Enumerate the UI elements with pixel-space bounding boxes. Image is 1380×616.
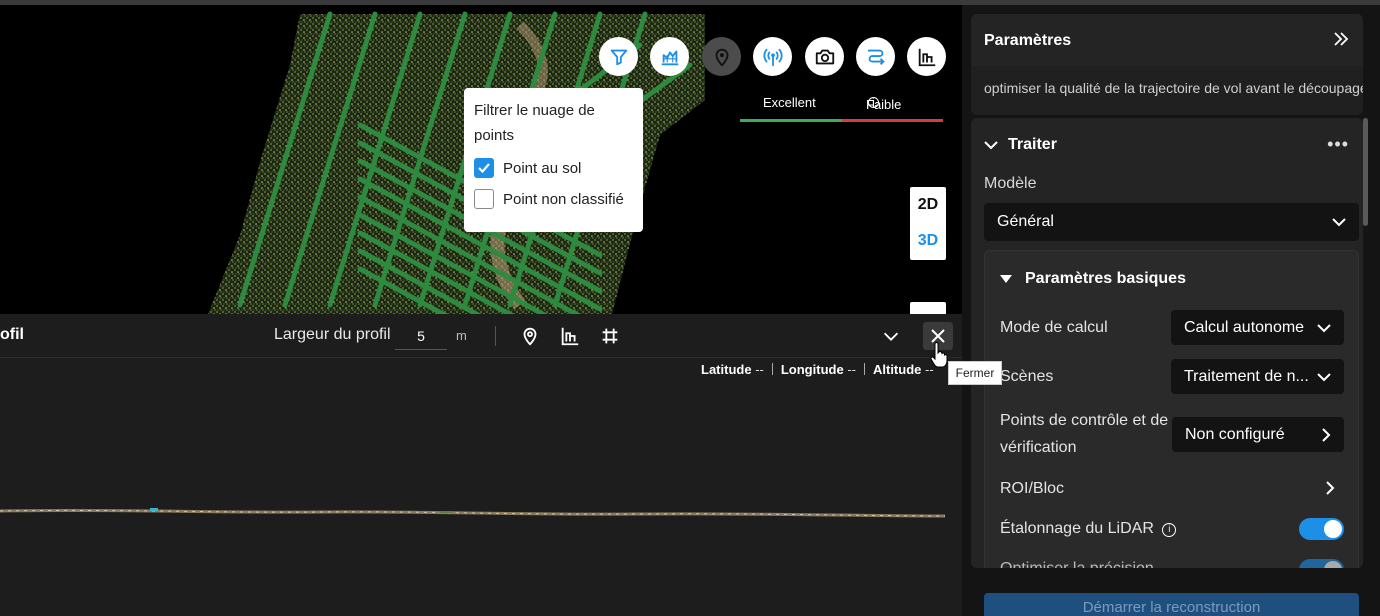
legend-bar-good	[740, 119, 842, 122]
profile-cross-section[interactable]	[0, 499, 950, 529]
filter-button[interactable]	[599, 37, 638, 76]
filter-option-unclassified[interactable]: Point non classifié	[474, 188, 633, 210]
filter-popup-title: Filtrer le nuage de points	[474, 102, 595, 144]
view-3d-button[interactable]: 3D	[910, 223, 946, 259]
scenes-select[interactable]: Traitement de n...	[1171, 359, 1344, 394]
hand-cursor-icon	[930, 342, 948, 368]
latitude-label: Latitude	[701, 362, 752, 377]
camera-button[interactable]	[805, 37, 844, 76]
profile-icon	[918, 48, 935, 66]
chevron-down-icon	[1332, 218, 1346, 227]
point-cloud-viewer[interactable]: Excellent Faible i Filtrer le nuage de po…	[0, 5, 962, 314]
roi-block-label: ROI/Bloc	[1000, 480, 1065, 497]
info-icon[interactable]: i	[1162, 523, 1177, 537]
process-title: Traiter	[1008, 136, 1057, 153]
longitude-value: --	[847, 362, 856, 377]
lidar-calibration-text: Étalonnage du LiDAR	[1000, 520, 1154, 537]
scenes-label: Scènes	[1000, 368, 1054, 385]
profile-width-unit: m	[456, 328, 467, 343]
location-pin-icon[interactable]	[519, 325, 541, 347]
longitude-label: Longitude	[780, 362, 844, 377]
quality-legend: Excellent Faible i	[740, 93, 943, 123]
chevron-right-icon	[1322, 427, 1331, 442]
hidden-control-button[interactable]	[910, 302, 946, 314]
legend-excellent: Excellent	[763, 95, 816, 110]
control-points-label-line2: vérification	[1000, 439, 1077, 456]
compute-mode-label: Mode de calcul	[1000, 319, 1108, 336]
pin-button[interactable]	[702, 37, 741, 76]
route-icon	[867, 49, 885, 65]
model-label: Modèle	[984, 175, 1037, 192]
chevron-down-icon	[984, 141, 998, 150]
profile-tool-button[interactable]	[907, 37, 946, 76]
parameters-title: Paramètres	[984, 32, 1072, 49]
profile-chart-icon[interactable]	[559, 325, 581, 347]
layers-chart-icon	[661, 50, 678, 65]
filter-option-unclassified-label: Point non classifié	[503, 190, 624, 208]
profile-title: ofil	[0, 326, 24, 343]
basic-parameters-title: Paramètres basiques	[1025, 270, 1186, 287]
settings-sidebar: Paramètres optimiser la qualité de la tr…	[962, 5, 1380, 616]
optimize-precision-toggle[interactable]	[1299, 559, 1344, 568]
parameters-description-box: optimiser la qualité de la trajectoire d…	[971, 66, 1363, 115]
model-select[interactable]: Général	[984, 203, 1359, 241]
filter-popup: Filtrer le nuage de points Point au sol …	[464, 88, 643, 232]
scenes-value: Traitement de n...	[1184, 367, 1309, 385]
process-section: Traiter ••• Modèle Général Paramètres ba…	[971, 118, 1363, 568]
control-points-select[interactable]: Non configuré	[1172, 417, 1344, 452]
signal-icon	[762, 48, 783, 66]
grid-icon[interactable]	[599, 325, 621, 347]
collapse-double-chevron-icon[interactable]	[1331, 29, 1351, 49]
process-header[interactable]: Traiter	[984, 136, 1057, 154]
chevron-down-icon	[1317, 323, 1331, 332]
compute-mode-value: Calcul autonome	[1184, 318, 1305, 336]
optimize-precision-label: Optimiser la précision	[1000, 555, 1154, 568]
chevron-right-icon[interactable]	[1325, 481, 1335, 495]
control-points-value: Non configuré	[1185, 425, 1285, 443]
route-button[interactable]	[856, 37, 895, 76]
more-options-icon[interactable]: •••	[1327, 134, 1349, 155]
view-2d-button[interactable]: 2D	[910, 187, 946, 223]
checkbox-unclassified[interactable]	[474, 189, 494, 209]
sidebar-scrollbar[interactable]	[1363, 118, 1368, 226]
filter-option-ground[interactable]: Point au sol	[474, 157, 633, 179]
chevron-down-icon	[1317, 372, 1331, 381]
start-reconstruction-button[interactable]: Démarrer la reconstruction	[984, 593, 1359, 616]
profile-toolbar: ofil Largeur du profil m	[0, 314, 962, 358]
camera-icon	[815, 49, 834, 64]
coordinate-readout: Latitude -- Longitude -- Altitude --	[701, 362, 934, 377]
info-icon[interactable]: i	[868, 96, 879, 109]
compute-mode-select[interactable]: Calcul autonome	[1171, 310, 1344, 345]
control-points-label-line1: Points de contrôle et de	[1000, 412, 1169, 429]
parameters-description: optimiser la qualité de la trajectoire d…	[984, 80, 1363, 96]
basic-parameters-header[interactable]: Paramètres basiques	[1000, 270, 1186, 288]
check-icon	[478, 163, 490, 174]
filter-icon	[610, 49, 627, 65]
chart-layer-button[interactable]	[650, 37, 689, 76]
profile-width-input[interactable]	[395, 322, 447, 350]
model-select-value: Général	[997, 213, 1054, 230]
view-mode-toggle: 2D 3D	[910, 187, 946, 260]
altitude-label: Altitude	[872, 362, 922, 377]
basic-parameters-card: Paramètres basiques Mode de calcul Calcu…	[984, 250, 1359, 568]
filter-option-ground-label: Point au sol	[503, 159, 582, 177]
profile-width-label: Largeur du profil	[274, 326, 391, 343]
pin-icon	[715, 48, 728, 67]
signal-button[interactable]	[753, 37, 792, 76]
checkbox-ground[interactable]	[474, 158, 494, 178]
close-tooltip: Fermer	[948, 361, 1002, 385]
parameters-header: Paramètres	[971, 14, 1363, 66]
lidar-calibration-toggle[interactable]	[1299, 518, 1344, 540]
lidar-calibration-label: Étalonnage du LiDAR i	[1000, 515, 1177, 542]
chevron-down-icon[interactable]	[880, 325, 902, 347]
profile-panel: ofil Largeur du profil m Latitude --Long…	[0, 314, 962, 616]
latitude-value: --	[755, 362, 764, 377]
legend-bar-bad	[842, 119, 943, 122]
control-points-label: Points de contrôle et de vérification	[1000, 407, 1168, 461]
toolbar-divider	[495, 326, 496, 346]
